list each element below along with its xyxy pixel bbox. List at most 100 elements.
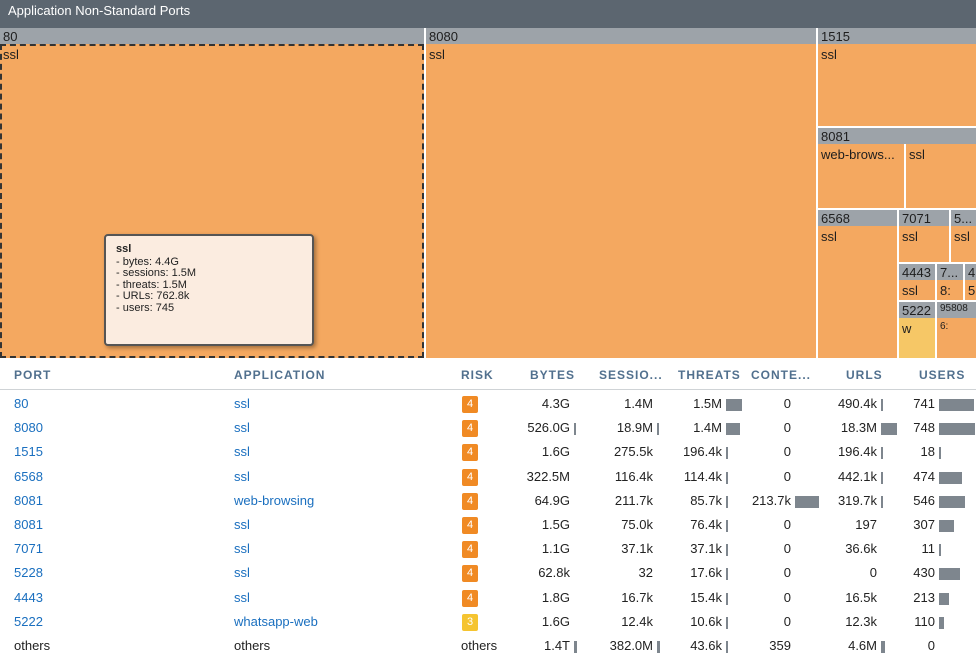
treemap-header-4443[interactable]: 4443 bbox=[899, 264, 935, 280]
ports-treemap[interactable]: 80 ssl 8080 ssl 1515 ssl 8081 web-brows.… bbox=[0, 28, 976, 358]
column-header-risk[interactable]: RISK bbox=[461, 368, 494, 382]
cell-users: 307 bbox=[913, 517, 935, 532]
cell-port[interactable]: 8081 bbox=[14, 493, 43, 508]
cell-urls: 196.4k bbox=[837, 444, 877, 460]
cell-port[interactable]: 8081 bbox=[14, 517, 43, 532]
table-row[interactable]: 1515 ssl 4 1.6G 275.5k 196.4k 0 196.4k 18 bbox=[0, 440, 976, 464]
treemap-header-tiny-cluster[interactable]: 95808 bbox=[937, 302, 976, 318]
urls-bar bbox=[881, 471, 883, 484]
treemap-cell-8081-web-browsing[interactable]: web-brows... bbox=[818, 144, 904, 208]
column-header-application[interactable]: APPLICATION bbox=[234, 368, 325, 382]
users-bar bbox=[939, 399, 974, 411]
column-header-content[interactable]: CONTE... bbox=[751, 368, 811, 382]
treemap-header-5222[interactable]: 5222 bbox=[899, 302, 935, 318]
cell-application[interactable]: ssl bbox=[234, 469, 250, 484]
treemap-cell-1515-ssl[interactable]: ssl bbox=[818, 44, 976, 126]
cell-application[interactable]: whatsapp-web bbox=[234, 614, 318, 629]
column-header-bytes[interactable]: BYTES bbox=[530, 368, 575, 382]
treemap-header-small-7[interactable]: 7... bbox=[937, 264, 963, 280]
table-row[interactable]: 5222 whatsapp-web 3 1.6G 12.4k 10.6k 0 12.3k 110 bbox=[0, 610, 976, 634]
cell-content: 0 bbox=[783, 420, 791, 436]
content-bar bbox=[795, 495, 819, 508]
cell-application[interactable]: web-browsing bbox=[234, 493, 314, 508]
cell-application[interactable]: ssl bbox=[234, 420, 250, 435]
column-header-threats[interactable]: THREATS bbox=[678, 368, 741, 382]
treemap-header-8080[interactable]: 8080 bbox=[426, 28, 816, 44]
treemap-cell-6568-ssl[interactable]: ssl bbox=[818, 226, 897, 358]
cell-application[interactable]: ssl bbox=[234, 590, 250, 605]
threats-bar bbox=[726, 495, 728, 508]
treemap-header-small-4[interactable]: 4 bbox=[965, 264, 976, 280]
cell-content: 0 bbox=[783, 468, 791, 484]
cell-threats: 15.4k bbox=[690, 589, 722, 605]
table-row[interactable]: 5228 ssl 4 62.8k 32 17.6k 0 0 430 bbox=[0, 561, 976, 585]
treemap-cell-small-7[interactable]: 8: bbox=[937, 280, 963, 300]
cell-application: others bbox=[234, 638, 271, 653]
cell-application[interactable]: ssl bbox=[234, 565, 250, 580]
threats-bar bbox=[726, 447, 728, 460]
cell-application[interactable]: ssl bbox=[234, 396, 250, 411]
cell-sessions: 16.7k bbox=[621, 589, 653, 605]
column-header-users[interactable]: USERS bbox=[919, 368, 965, 382]
cell-users: 546 bbox=[913, 492, 935, 508]
sessions-bar bbox=[657, 641, 660, 653]
cell-port[interactable]: 6568 bbox=[14, 469, 43, 484]
cell-sessions: 32 bbox=[638, 565, 653, 581]
cell-bytes: 526.0G bbox=[527, 420, 570, 436]
cell-port[interactable]: 4443 bbox=[14, 590, 43, 605]
table-row[interactable]: 6568 ssl 4 322.5M 116.4k 114.4k 0 442.1k 474 bbox=[0, 465, 976, 489]
cell-users: 213 bbox=[913, 589, 935, 605]
cell-port[interactable]: 5222 bbox=[14, 614, 43, 629]
table-row[interactable]: 4443 ssl 4 1.8G 16.7k 15.4k 0 16.5k 213 bbox=[0, 586, 976, 610]
cell-port[interactable]: 8080 bbox=[14, 420, 43, 435]
treemap-cell-8080-ssl[interactable]: ssl bbox=[426, 44, 816, 358]
cell-content: 0 bbox=[783, 613, 791, 629]
table-row[interactable]: 8080 ssl 4 526.0G 18.9M 1.4M 0 18.3M 748 bbox=[0, 416, 976, 440]
treemap-header-6568[interactable]: 6568 bbox=[818, 210, 897, 226]
column-header-urls[interactable]: URLS bbox=[846, 368, 883, 382]
users-bar bbox=[939, 423, 975, 436]
treemap-cell-5222-whatsapp[interactable]: w bbox=[899, 318, 935, 358]
cell-threats: 76.4k bbox=[690, 517, 722, 532]
cell-port[interactable]: 1515 bbox=[14, 444, 43, 459]
table-row[interactable]: 8081 web-browsing 4 64.9G 211.7k 85.7k 213.7k 3… bbox=[0, 489, 976, 513]
cell-sessions: 37.1k bbox=[621, 541, 653, 557]
treemap-header-5228[interactable]: 5... bbox=[951, 210, 976, 226]
column-header-port[interactable]: PORT bbox=[14, 368, 51, 382]
tooltip-line-urls: - URLs: 762.8k bbox=[116, 290, 190, 302]
cell-sessions: 275.5k bbox=[613, 444, 653, 460]
users-bar bbox=[939, 616, 944, 629]
treemap-header-8081[interactable]: 8081 bbox=[818, 128, 976, 144]
cell-threats: 43.6k bbox=[690, 638, 722, 653]
treemap-cell-8081-ssl[interactable]: ssl bbox=[906, 144, 976, 208]
threats-bar bbox=[726, 568, 728, 581]
table-row[interactable]: 7071 ssl 4 1.1G 37.1k 37.1k 0 36.6k 11 bbox=[0, 537, 976, 561]
treemap-cell-5228-ssl[interactable]: ssl bbox=[951, 226, 976, 262]
table-row[interactable]: 80 ssl 4 4.3G 1.4M 1.5M 0 490.4k 741 bbox=[0, 392, 976, 416]
cell-threats: 114.4k bbox=[683, 468, 722, 484]
table-row[interactable]: 8081 ssl 4 1.5G 75.0k 76.4k 0 197 307 bbox=[0, 513, 976, 537]
cell-bytes: 1.1G bbox=[541, 541, 570, 557]
treemap-header-1515[interactable]: 1515 bbox=[818, 28, 976, 44]
table-row[interactable]: others others others 1.4T 382.0M 43.6k 359 4.6M… bbox=[0, 634, 976, 656]
sessions-bar bbox=[657, 423, 659, 436]
threats-bar bbox=[726, 616, 728, 629]
cell-port[interactable]: 7071 bbox=[14, 541, 43, 556]
cell-port[interactable]: 80 bbox=[14, 396, 28, 411]
cell-application[interactable]: ssl bbox=[234, 517, 250, 532]
treemap-cell-7071-ssl[interactable]: ssl bbox=[899, 226, 949, 262]
treemap-header-7071[interactable]: 7071 bbox=[899, 210, 949, 226]
tooltip-title: ssl bbox=[116, 243, 132, 255]
cell-application[interactable]: ssl bbox=[234, 444, 250, 459]
cell-application[interactable]: ssl bbox=[234, 541, 250, 556]
treemap-cell-4443-ssl[interactable]: ssl bbox=[899, 280, 935, 300]
cell-bytes: 4.3G bbox=[541, 396, 570, 411]
cell-port[interactable]: 5228 bbox=[14, 565, 43, 580]
urls-bar bbox=[881, 447, 883, 460]
treemap-cell-tiny-cluster[interactable]: 6: bbox=[937, 318, 976, 358]
cell-content: 0 bbox=[783, 541, 791, 557]
treemap-header-80[interactable]: 80 bbox=[0, 28, 424, 44]
cell-bytes: 1.6G bbox=[541, 444, 570, 460]
treemap-cell-small-4[interactable]: 5: bbox=[965, 280, 976, 300]
column-header-sessions[interactable]: SESSIO... bbox=[599, 368, 663, 382]
